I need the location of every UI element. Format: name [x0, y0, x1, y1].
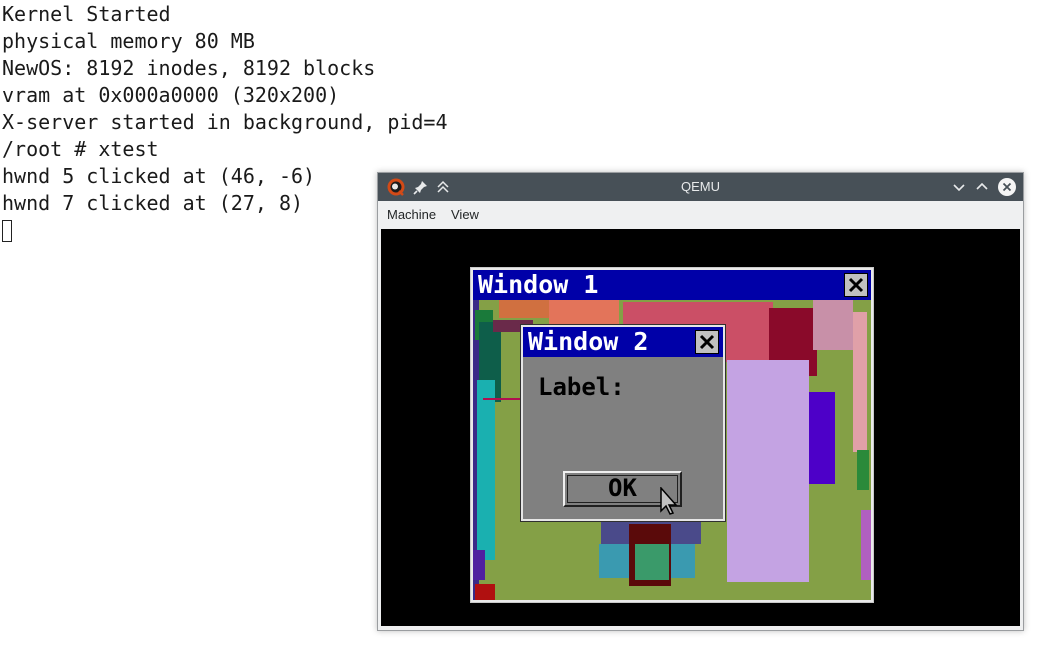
menu-machine[interactable]: Machine	[387, 207, 436, 222]
close-icon[interactable]	[997, 177, 1017, 197]
qemu-titlebar[interactable]: QEMU	[378, 173, 1023, 201]
qemu-menubar: Machine View	[378, 201, 1023, 227]
window2-titlebar[interactable]: Window 2	[523, 327, 723, 357]
text-cursor	[2, 220, 12, 242]
qemu-window[interactable]: QEMU Machine View Window 1 Window 2 Labe…	[377, 172, 1024, 631]
terminal-line: hwnd 7 clicked at (27, 8)	[2, 191, 304, 215]
window2-title: Window 2	[528, 327, 649, 356]
menu-view[interactable]: View	[451, 207, 479, 222]
terminal-line: /root # xtest	[2, 137, 159, 161]
window2-label: Label:	[538, 373, 625, 401]
terminal-line: NewOS: 8192 inodes, 8192 blocks	[2, 56, 376, 80]
terminal-line: physical memory 80 MB	[2, 29, 255, 53]
window1-close-icon[interactable]	[844, 273, 868, 297]
terminal-line: vram at 0x000a0000 (320x200)	[2, 83, 340, 107]
window1-title: Window 1	[478, 270, 599, 299]
terminal-line: X-server started in background, pid=4	[2, 110, 448, 134]
guest-window-1[interactable]: Window 1 Window 2 Label: OK	[470, 267, 874, 603]
qemu-guest-display[interactable]: Window 1 Window 2 Label: OK	[381, 229, 1020, 626]
mouse-pointer-icon	[660, 486, 680, 519]
window1-titlebar[interactable]: Window 1	[473, 270, 871, 300]
maximize-icon[interactable]	[972, 177, 992, 197]
terminal-line: hwnd 5 clicked at (46, -6)	[2, 164, 316, 188]
minimize-icon[interactable]	[949, 177, 969, 197]
terminal-line: Kernel Started	[2, 2, 171, 26]
window2-close-icon[interactable]	[695, 330, 719, 354]
qemu-window-title: QEMU	[681, 179, 720, 194]
guest-window-2[interactable]: Window 2 Label: OK	[520, 324, 726, 522]
